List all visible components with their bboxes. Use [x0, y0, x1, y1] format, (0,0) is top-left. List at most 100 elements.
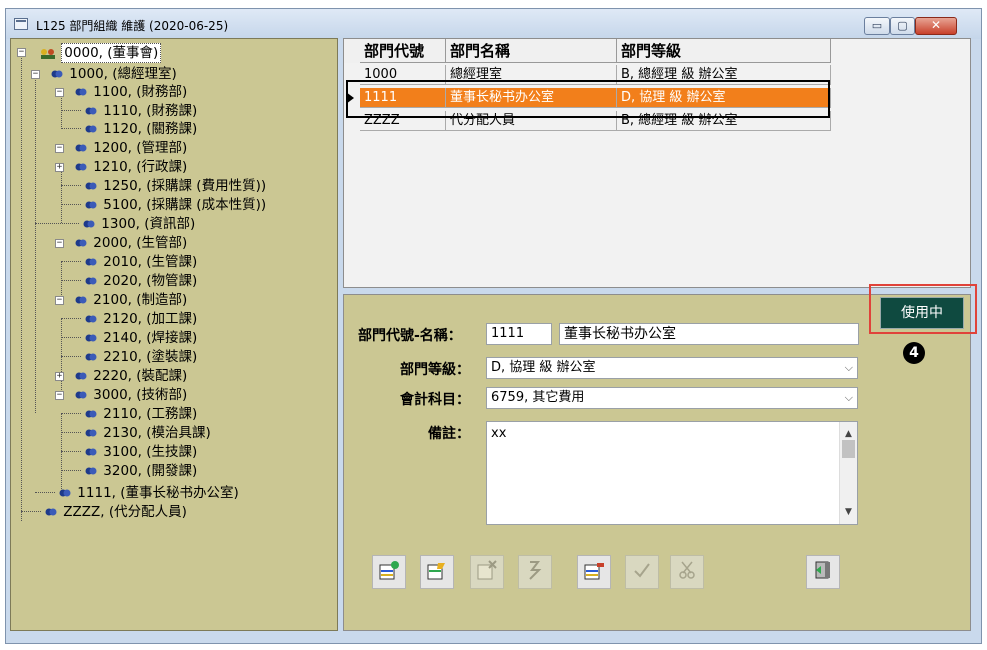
tree-node-5100[interactable]: 5100, (採購課 (成本性質)) [61, 196, 268, 214]
collapse-icon[interactable]: − [55, 391, 64, 400]
tree-node-label: 2210, (塗裝課) [103, 349, 198, 365]
tree-node-2140[interactable]: 2140, (焊接課) [61, 329, 199, 347]
tree-node-1210[interactable]: + 1210, (行政課) [55, 158, 189, 176]
department-name-input[interactable]: 董事长秘书办公室 [559, 323, 859, 345]
column-header-name[interactable]: 部門名稱 [446, 39, 617, 63]
tree-node-2100[interactable]: − 2100, (制造部) [55, 291, 189, 309]
column-header-code[interactable]: 部門代號 [360, 39, 446, 63]
status-in-use-button[interactable]: 使用中 [880, 297, 964, 329]
grade-label: 部門等級： [400, 362, 470, 378]
tree-node-2130[interactable]: 2130, (模治具課) [61, 424, 213, 442]
tree-node-1300[interactable]: 1300, (資訊部) [35, 215, 197, 233]
department-icon [51, 69, 63, 79]
department-icon [85, 466, 97, 476]
confirm-button[interactable] [625, 555, 659, 589]
chevron-down-icon[interactable]: ⌵ [845, 388, 853, 408]
tree-node-label: 5100, (採購課 (成本性質)) [103, 197, 267, 213]
tree-node-1100[interactable]: − 1100, (財務部) [55, 83, 189, 101]
table-row[interactable]: ZZZZ 代分配人員 B, 總經理 級 辦公室 [344, 111, 831, 131]
tree-node-1110[interactable]: 1110, (財務課) [61, 102, 199, 120]
department-icon [85, 352, 97, 362]
tree-node-1000[interactable]: − 1000, (總經理室) [31, 65, 179, 83]
scroll-thumb[interactable] [842, 440, 855, 458]
close-button[interactable]: ✕ [915, 17, 957, 35]
chevron-down-icon[interactable]: ⌵ [845, 358, 853, 378]
tree-node-label: 2110, (工務課) [103, 406, 198, 422]
department-icon [83, 219, 95, 229]
cell-name: 代分配人員 [446, 111, 617, 131]
tree-node-label: ZZZZ, (代分配人員) [63, 504, 187, 520]
query-icon [524, 559, 546, 585]
tree-node-label: 1100, (財務部) [93, 84, 188, 100]
minimize-button[interactable]: ▭ [864, 17, 890, 35]
tree-node-3200[interactable]: 3200, (開發課) [61, 462, 199, 480]
copy-record-icon [583, 559, 605, 585]
tree-node-1250[interactable]: 1250, (採購課 (費用性質)) [61, 177, 268, 195]
scroll-down-icon[interactable]: ▼ [845, 504, 852, 520]
tree-node-2010[interactable]: 2010, (生管課) [61, 253, 199, 271]
department-icon [85, 333, 97, 343]
department-icon [85, 181, 97, 191]
expand-icon[interactable]: + [55, 372, 64, 381]
cell-grade: B, 總經理 級 辦公室 [617, 111, 831, 131]
tree-node-2020[interactable]: 2020, (物管課) [61, 272, 199, 290]
table-row[interactable]: 1000 總經理室 B, 總經理 級 辦公室 [344, 65, 831, 85]
tree-node-2220[interactable]: + 2220, (裝配課) [55, 367, 189, 385]
tree-node-1111[interactable]: 1111, (董事长秘书办公室) [35, 484, 241, 502]
notes-textarea[interactable]: xx ▲ ▼ [486, 421, 858, 525]
department-tree[interactable]: − 0000, (董事會) − 1000, (總經理室) − 1100, (財務… [10, 38, 338, 631]
notes-label: 備註： [428, 426, 470, 442]
table-row-selected[interactable]: 1111 董事长秘书办公室 D, 協理 級 辦公室 [344, 88, 831, 108]
collapse-icon[interactable]: − [55, 144, 64, 153]
tree-node-1200[interactable]: − 1200, (管理部) [55, 139, 189, 157]
title-bar[interactable]: L125 部門組織 維護 (2020-06-25) ▭ ▢ ✕ [6, 9, 981, 39]
department-icon [85, 409, 97, 419]
department-code-input[interactable]: 1111 [486, 323, 552, 345]
cell-code: ZZZZ [360, 111, 446, 131]
add-record-button[interactable] [372, 555, 406, 589]
department-icon [85, 200, 97, 210]
tree-node-label: 1200, (管理部) [93, 140, 188, 156]
exit-button[interactable] [806, 555, 840, 589]
tree-node-label: 3100, (生技課) [103, 444, 198, 460]
tree-node-zzzz[interactable]: ZZZZ, (代分配人員) [21, 503, 189, 521]
cancel-icon [676, 559, 698, 585]
window-title: L125 部門組織 維護 (2020-06-25) [36, 19, 229, 33]
tree-node-3000[interactable]: − 3000, (技術部) [55, 386, 189, 404]
tree-node-3100[interactable]: 3100, (生技課) [61, 443, 199, 461]
expand-icon[interactable]: + [55, 163, 64, 172]
edit-record-button[interactable] [420, 555, 454, 589]
grade-select[interactable]: D, 協理 級 辦公室 ⌵ [486, 357, 858, 379]
column-header-grade[interactable]: 部門等級 [617, 39, 831, 63]
department-grid[interactable]: 部門代號 部門名稱 部門等級 1000 總經理室 B, 總經理 級 辦公室 11… [343, 38, 971, 288]
collapse-icon[interactable]: − [55, 296, 64, 305]
delete-record-button[interactable] [470, 555, 504, 589]
tree-node-0000[interactable]: − 0000, (董事會) [15, 43, 162, 63]
department-icon [45, 507, 57, 517]
maximize-button[interactable]: ▢ [890, 17, 915, 35]
cell-code: 1111 [360, 88, 446, 108]
window-app-icon [14, 18, 28, 30]
tree-node-1120[interactable]: 1120, (關務課) [61, 120, 199, 138]
grid-header: 部門代號 部門名稱 部門等級 [344, 39, 831, 63]
tree-node-label: 2120, (加工課) [103, 311, 198, 327]
tree-node-label: 3000, (技術部) [93, 387, 188, 403]
department-icon [75, 143, 87, 153]
collapse-icon[interactable]: − [31, 70, 40, 79]
tree-node-label: 2100, (制造部) [93, 292, 188, 308]
exit-icon [812, 559, 834, 585]
copy-record-button[interactable] [577, 555, 611, 589]
collapse-icon[interactable]: − [55, 239, 64, 248]
query-button[interactable] [518, 555, 552, 589]
collapse-icon[interactable]: − [17, 48, 26, 57]
tree-node-2110[interactable]: 2110, (工務課) [61, 405, 199, 423]
department-icon [75, 87, 87, 97]
cancel-button[interactable] [670, 555, 704, 589]
collapse-icon[interactable]: − [55, 88, 64, 97]
tree-node-2000[interactable]: − 2000, (生管部) [55, 234, 189, 252]
tree-node-2210[interactable]: 2210, (塗裝課) [61, 348, 199, 366]
account-select[interactable]: 6759, 其它費用 ⌵ [486, 387, 858, 409]
department-icon [75, 238, 87, 248]
notes-scrollbar[interactable]: ▲ ▼ [839, 422, 857, 524]
tree-node-2120[interactable]: 2120, (加工課) [61, 310, 199, 328]
